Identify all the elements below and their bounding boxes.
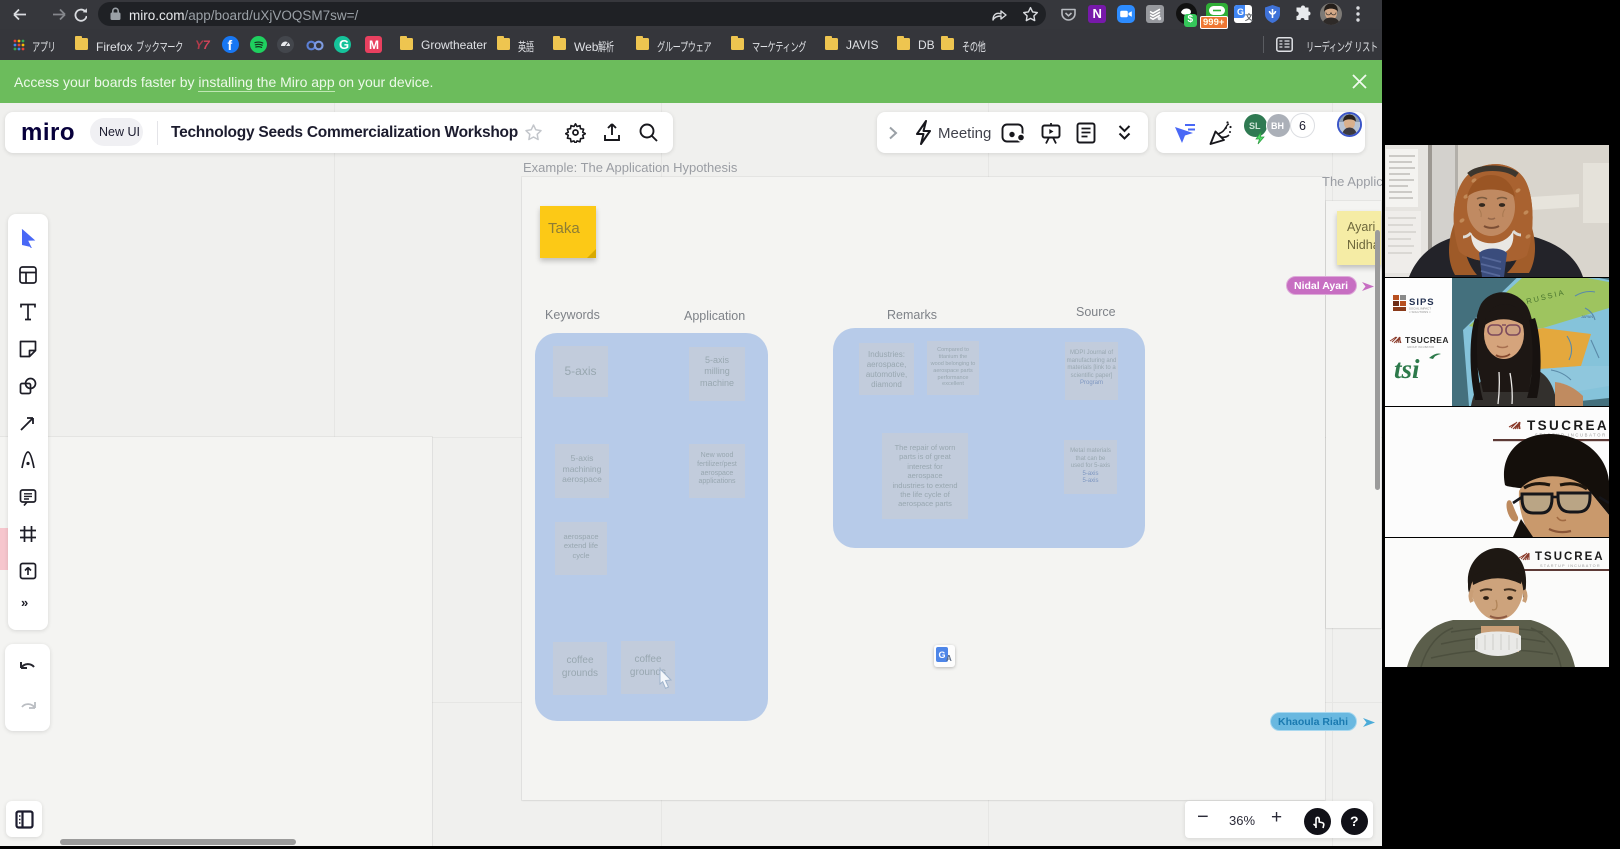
svg-text:GROUP INCUBATOR: GROUP INCUBATOR bbox=[1407, 345, 1434, 349]
svg-text:tsi: tsi bbox=[1394, 354, 1420, 384]
svg-text:JAPAN: JAPAN bbox=[1581, 315, 1593, 319]
svg-text:TSUCREA: TSUCREA bbox=[1535, 551, 1605, 563]
svg-text:STARTUP INCUBATOR: STARTUP INCUBATOR bbox=[1540, 564, 1601, 568]
svg-text:TSUCREA: TSUCREA bbox=[1527, 418, 1609, 433]
svg-text:TSUCREA: TSUCREA bbox=[1405, 335, 1449, 345]
svg-text:× SOLUTIONS ×: × SOLUTIONS × bbox=[1409, 310, 1431, 314]
